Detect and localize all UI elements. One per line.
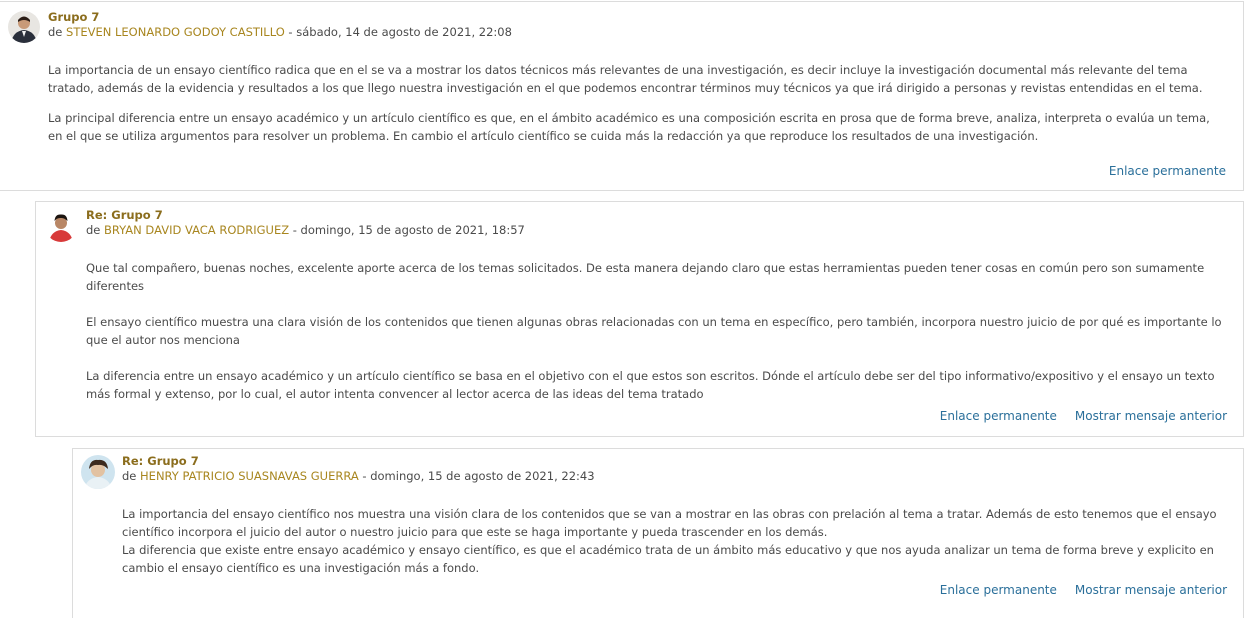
post-commands: Enlace permanente [1091, 164, 1226, 178]
post-byline: de STEVEN LEONARDO GODOY CASTILLO - sába… [48, 25, 512, 39]
post-subject: Re: Grupo 7 [86, 208, 163, 222]
post-content: Que tal compañero, buenas noches, excele… [86, 259, 1238, 403]
author-link[interactable]: STEVEN LEONARDO GODOY CASTILLO [66, 25, 285, 39]
post-byline: de HENRY PATRICIO SUASNAVAS GUERRA - dom… [122, 469, 595, 483]
post-date: - sábado, 14 de agosto de 2021, 22:08 [284, 25, 512, 39]
post-date: - domingo, 15 de agosto de 2021, 18:57 [289, 223, 525, 237]
post-subject: Re: Grupo 7 [122, 454, 199, 468]
post-commands: Enlace permanente Mostrar mensaje anterio… [922, 583, 1227, 597]
post-paragraph: La importancia del ensayo científico nos… [122, 507, 1217, 539]
author-link[interactable]: HENRY PATRICIO SUASNAVAS GUERRA [140, 469, 359, 483]
post-paragraph: La diferencia que existe entre ensayo ac… [122, 543, 1214, 575]
post-paragraph: El ensayo científico muestra una clara v… [86, 315, 1222, 347]
post-paragraph: La importancia de un ensayo científico r… [48, 63, 1203, 95]
byline-prefix: de [122, 469, 137, 483]
permalink-link[interactable]: Enlace permanente [940, 583, 1057, 597]
post-commands: Enlace permanente Mostrar mensaje anterio… [922, 409, 1227, 423]
post-subject: Grupo 7 [48, 10, 100, 24]
post-byline: de BRYAN DAVID VACA RODRIGUEZ - domingo,… [86, 223, 525, 237]
avatar[interactable] [8, 11, 40, 43]
forum-post-1: Grupo 7 de STEVEN LEONARDO GODOY CASTILL… [0, 1, 1244, 191]
permalink-link[interactable]: Enlace permanente [940, 409, 1057, 423]
post-paragraph: Que tal compañero, buenas noches, excele… [86, 261, 1205, 293]
forum-post-2: Re: Grupo 7 de BRYAN DAVID VACA RODRIGUE… [35, 201, 1244, 437]
author-link[interactable]: BRYAN DAVID VACA RODRIGUEZ [104, 223, 289, 237]
post-paragraph: La diferencia entre un ensayo académico … [86, 369, 1215, 401]
post-content: La importancia del ensayo científico nos… [122, 505, 1234, 577]
show-parent-link[interactable]: Mostrar mensaje anterior [1075, 583, 1227, 597]
byline-prefix: de [86, 223, 101, 237]
permalink-link[interactable]: Enlace permanente [1109, 164, 1226, 178]
show-parent-link[interactable]: Mostrar mensaje anterior [1075, 409, 1227, 423]
avatar[interactable] [45, 210, 77, 242]
forum-post-3: Re: Grupo 7 de HENRY PATRICIO SUASNAVAS … [72, 448, 1244, 618]
post-content: La importancia de un ensayo científico r… [48, 61, 1218, 145]
post-paragraph: La principal diferencia entre un ensayo … [48, 111, 1210, 143]
avatar[interactable] [81, 455, 115, 489]
post-date: - domingo, 15 de agosto de 2021, 22:43 [358, 469, 595, 483]
byline-prefix: de [48, 25, 63, 39]
